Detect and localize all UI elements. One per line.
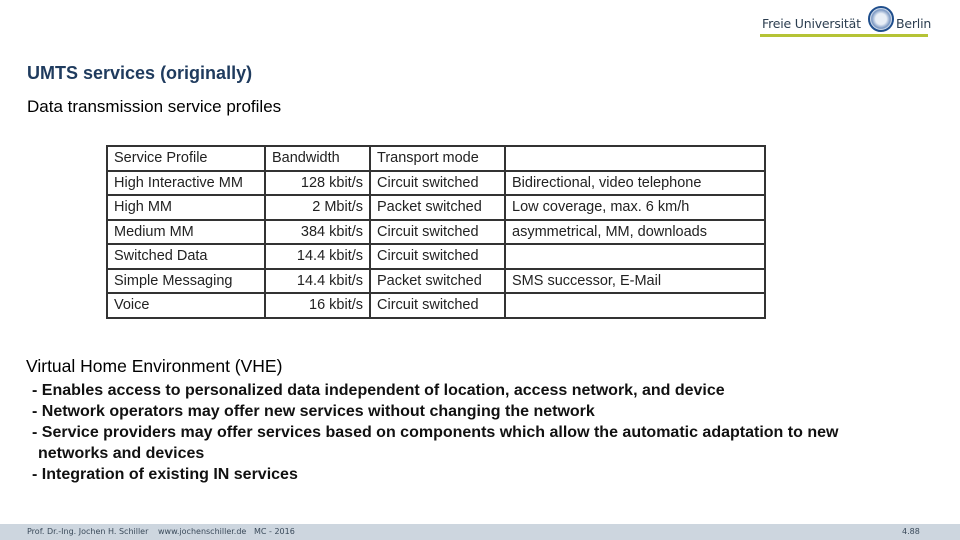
vhe-heading: Virtual Home Environment (VHE) xyxy=(26,356,283,376)
bandwidth-cell: 16 kbit/s xyxy=(264,292,371,319)
table-row: Simple Messaging 14.4 kbit/s Packet swit… xyxy=(106,267,766,294)
footer-bar: Prof. Dr.-Ing. Jochen H. Schiller www.jo… xyxy=(0,524,960,540)
bullet-item: - Integration of existing IN services xyxy=(32,466,298,483)
header-cell: Transport mode xyxy=(369,145,506,172)
profile-cell: Medium MM xyxy=(106,218,266,245)
bullet-item-continuation: networks and devices xyxy=(38,445,205,462)
profile-cell: Voice xyxy=(106,292,266,319)
slide-subtitle: Data transmission service profiles xyxy=(27,97,282,116)
note-cell xyxy=(504,292,766,319)
footer-author: Prof. Dr.-Ing. Jochen H. Schiller xyxy=(27,527,149,536)
transport-cell: Packet switched xyxy=(369,194,506,221)
note-cell: Low coverage, max. 6 km/h xyxy=(504,194,766,221)
header-cell: Service Profile xyxy=(106,145,266,172)
profile-cell: High MM xyxy=(106,194,266,221)
bandwidth-cell: 128 kbit/s xyxy=(264,169,371,196)
transport-cell: Packet switched xyxy=(369,267,506,294)
transport-cell: Circuit switched xyxy=(369,292,506,319)
service-profiles-table: Service Profile Bandwidth Transport mode… xyxy=(106,145,766,319)
university-logo: Freie Universität Berlin xyxy=(760,4,932,38)
table-row: Medium MM 384 kbit/s Circuit switched as… xyxy=(106,218,766,245)
bullet-item: - Network operators may offer new servic… xyxy=(32,403,595,420)
profile-cell: High Interactive MM xyxy=(106,169,266,196)
page-number: 4.88 xyxy=(902,527,920,536)
bandwidth-cell: 2 Mbit/s xyxy=(264,194,371,221)
note-cell: SMS successor, E-Mail xyxy=(504,267,766,294)
logo-text-right: Berlin xyxy=(896,16,932,31)
table-header-row: Service Profile Bandwidth Transport mode xyxy=(106,145,766,172)
bandwidth-cell: 14.4 kbit/s xyxy=(264,243,371,270)
bullet-item: - Enables access to personalized data in… xyxy=(32,382,725,399)
header-cell: Bandwidth xyxy=(264,145,371,172)
table-row: High MM 2 Mbit/s Packet switched Low cov… xyxy=(106,194,766,221)
note-cell: asymmetrical, MM, downloads xyxy=(504,218,766,245)
table-row: Voice 16 kbit/s Circuit switched xyxy=(106,292,766,319)
note-cell: Bidirectional, video telephone xyxy=(504,169,766,196)
transport-cell: Circuit switched xyxy=(369,218,506,245)
footer-course: MC - 2016 xyxy=(254,527,295,536)
profile-cell: Switched Data xyxy=(106,243,266,270)
header-cell xyxy=(504,145,766,172)
profile-cell: Simple Messaging xyxy=(106,267,266,294)
footer-website: www.jochenschiller.de xyxy=(158,527,247,536)
bandwidth-cell: 14.4 kbit/s xyxy=(264,267,371,294)
transport-cell: Circuit switched xyxy=(369,169,506,196)
bullet-item: - Service providers may offer services b… xyxy=(32,424,839,441)
transport-cell: Circuit switched xyxy=(369,243,506,270)
vhe-bullet-list: - Enables access to personalized data in… xyxy=(32,380,912,485)
table-row: Switched Data 14.4 kbit/s Circuit switch… xyxy=(106,243,766,270)
logo-text-left: Freie Universität xyxy=(762,16,861,31)
note-cell xyxy=(504,243,766,270)
slide-title: UMTS services (originally) xyxy=(27,63,253,83)
university-seal-icon xyxy=(868,6,894,32)
table-row: High Interactive MM 128 kbit/s Circuit s… xyxy=(106,169,766,196)
logo-underline xyxy=(760,34,928,37)
bandwidth-cell: 384 kbit/s xyxy=(264,218,371,245)
